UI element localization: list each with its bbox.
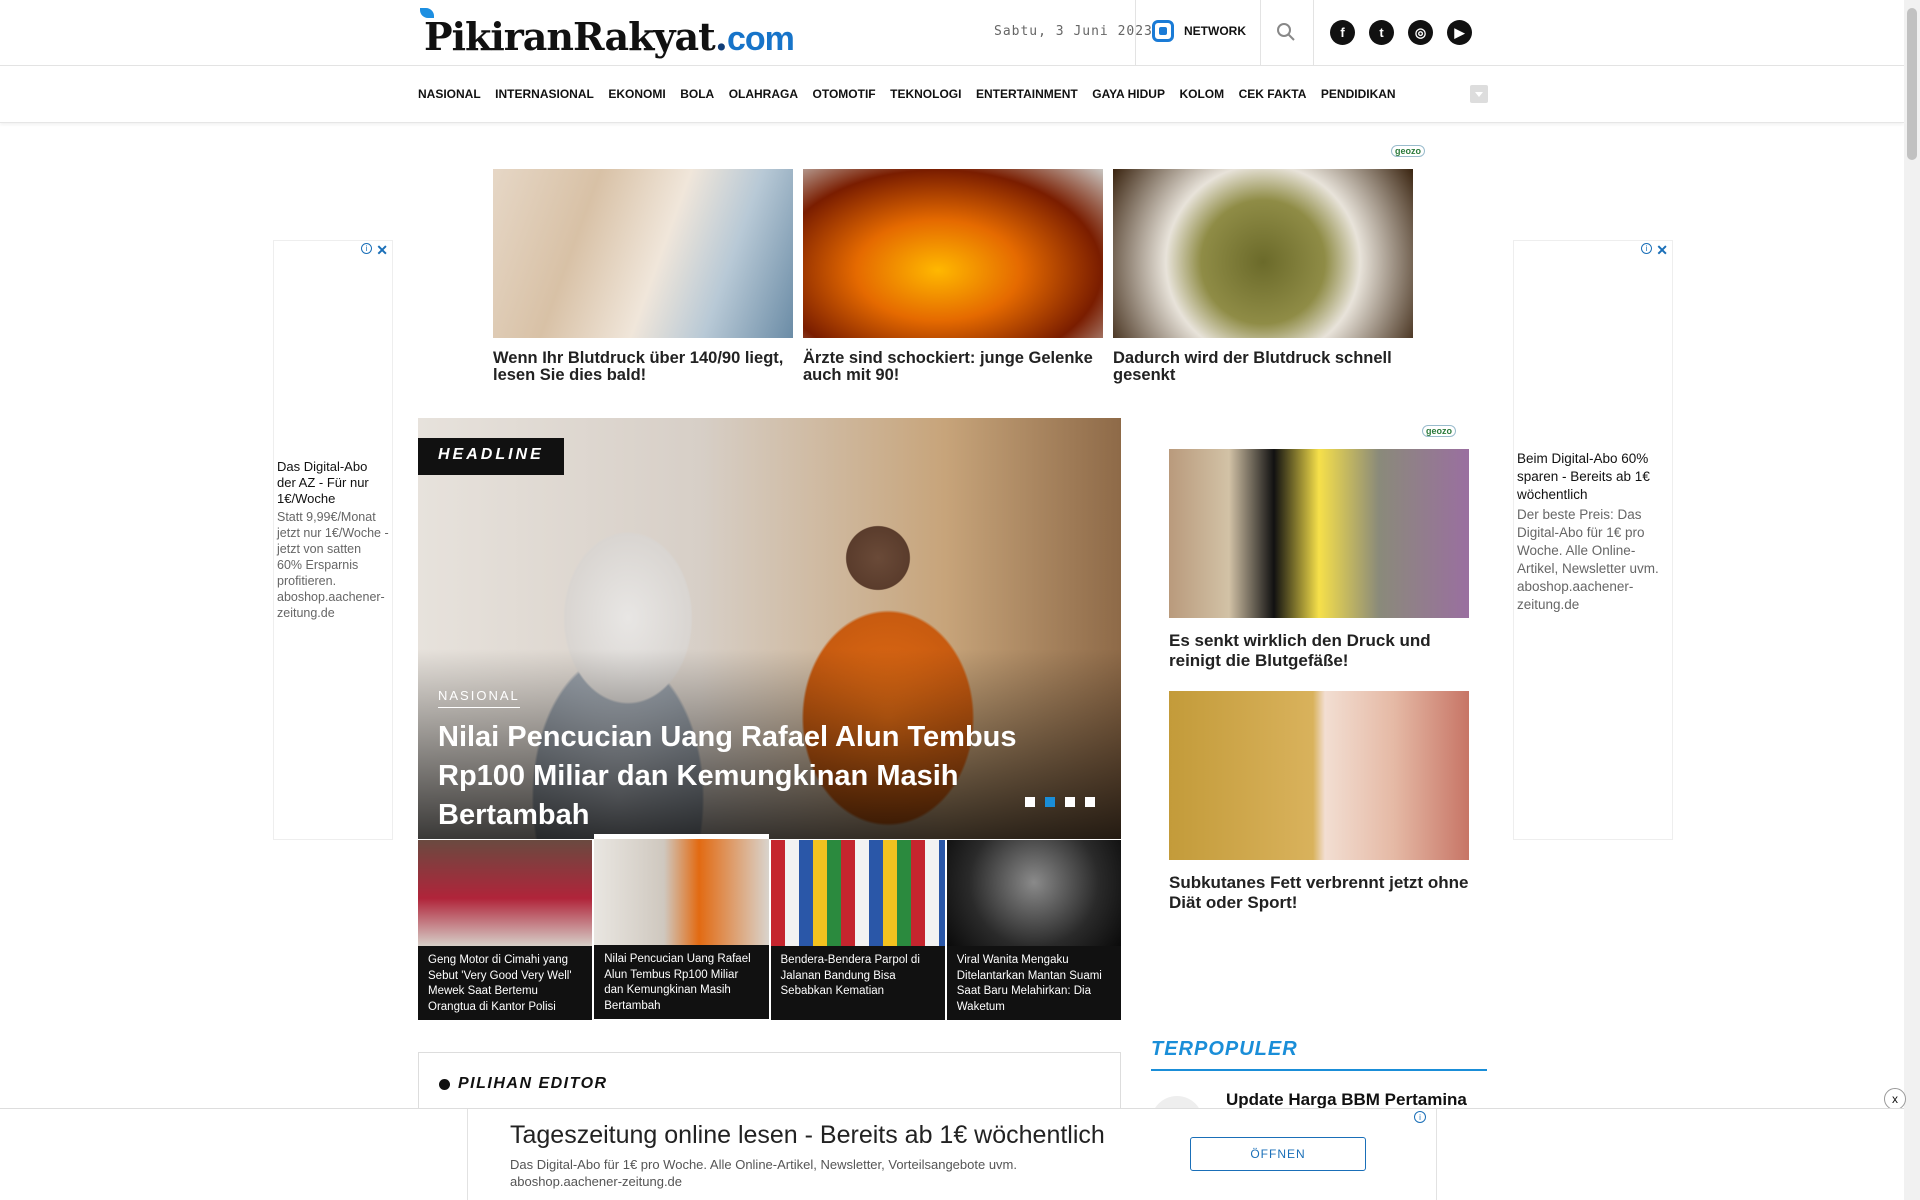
ad-caption: Wenn Ihr Blutdruck über 140/90 liegt, le… [493,349,784,384]
nav-item-bola[interactable]: BOLA [680,87,714,101]
nav-item-teknologi[interactable]: TEKNOLOGI [890,87,961,101]
ad-card[interactable]: Subkutanes Fett verbrennt jetzt ohne Diä… [1169,691,1469,913]
ad-card[interactable]: Dadurch wird der Blutdruck schnell gesen… [1113,169,1413,384]
slider-dot[interactable] [1045,797,1055,807]
thumb-card[interactable]: Nilai Pencucian Uang Rafael Alun Tembus … [594,834,769,1020]
sticky-bottom-ad[interactable]: i Tageszeitung online lesen - Bereits ab… [0,1108,1904,1200]
nav-item-kolom[interactable]: KOLOM [1179,87,1224,101]
ad-close-icon[interactable]: ✕ [376,242,388,259]
ad-card[interactable]: Wenn Ihr Blutdruck über 140/90 liegt, le… [493,169,793,384]
thumb-image [946,840,1121,946]
divider [1135,0,1136,66]
nav-item-internasional[interactable]: INTERNASIONAL [495,87,594,101]
thumb-title: Bendera-Bendera Parpol di Jalanan Bandun… [770,946,945,1020]
thumb-card[interactable]: Viral Wanita Mengaku Ditelantarkan Manta… [946,840,1121,1020]
ad-card[interactable]: Ärzte sind schockiert: junge Gelenke auc… [803,169,1103,384]
headline-title[interactable]: Nilai Pencucian Uang Rafael Alun Tembus … [438,718,1108,835]
instagram-icon[interactable]: ◎ [1408,20,1433,45]
top-header: PikiranRakyat.com Sabtu, 3 Juni 2023 NET… [0,0,1904,66]
ad-image [803,169,1103,338]
side-ad-desc: Der beste Preis: Das Digital-Abo für 1€ … [1517,507,1659,612]
ad-caption: Ärzte sind schockiert: junge Gelenke auc… [803,349,1093,384]
nav-item-pendidikan[interactable]: PENDIDIKAN [1321,87,1396,101]
side-ad-right[interactable]: i ✕ Beim Digital-Abo 60% sparen - Bereit… [1513,240,1673,840]
page: PikiranRakyat.com Sabtu, 3 Juni 2023 NET… [0,0,1920,1200]
sticky-ad-box: i Tageszeitung online lesen - Bereits ab… [467,1109,1437,1200]
slider-dot[interactable] [1065,797,1075,807]
ad-info-icon[interactable]: i [1414,1111,1426,1123]
divider [1260,0,1261,66]
search-icon[interactable] [1276,22,1296,42]
scrollbar-thumb[interactable] [1907,8,1917,160]
slider-dot[interactable] [1025,797,1035,807]
nav-item-ekonomi[interactable]: EKONOMI [608,87,665,101]
headline-slider[interactable]: HEADLINE NASIONAL Nilai Pencucian Uang R… [418,418,1121,839]
ad-card[interactable]: Es senkt wirklich den Druck und reinigt … [1169,449,1469,671]
ad-image [493,169,793,338]
thumb-image [594,839,769,945]
side-ad-left[interactable]: i ✕ Das Digital-Abo der AZ - Für nur 1€/… [273,240,393,840]
banner-title: Tageszeitung online lesen - Bereits ab 1… [510,1121,1105,1149]
ad-provider-logo[interactable]: geozo [1422,425,1456,437]
ad-caption: Subkutanes Fett verbrennt jetzt ohne Diä… [1169,873,1469,912]
headline-category[interactable]: NASIONAL [438,688,520,708]
network-icon [1152,20,1174,42]
divider [1313,0,1314,66]
nav-item-otomotif[interactable]: OTOMOTIF [813,87,876,101]
nav-item-olahraga[interactable]: OLAHRAGA [729,87,798,101]
popular-item-title[interactable]: Update Harga BBM Pertamina [1226,1090,1467,1110]
nav-more-dropdown-icon[interactable] [1470,85,1488,103]
logo-text: PikiranRakyat.com [424,14,795,59]
site-logo[interactable]: PikiranRakyat.com [418,6,795,60]
thumb-title: Geng Motor di Cimahi yang Sebut 'Very Go… [418,946,593,1020]
ad-provider-logo[interactable]: geozo [1391,145,1425,157]
side-ad-desc: Statt 9,99€/Monat jetzt nur 1€/Woche - j… [277,510,389,620]
section-heading: PILIHAN EDITOR [439,1075,608,1093]
headline-thumbnails: Geng Motor di Cimahi yang Sebut 'Very Go… [418,834,1121,1020]
twitter-icon[interactable]: t [1369,20,1394,45]
bullet-icon [439,1078,450,1090]
nav-item-entertainment[interactable]: ENTERTAINMENT [976,87,1078,101]
ad-image [1169,691,1469,860]
ad-image [1169,449,1469,618]
ad-caption: Es senkt wirklich den Druck und reinigt … [1169,631,1431,670]
nav-item-cek-fakta[interactable]: CEK FAKTA [1239,87,1307,101]
thumb-image [418,840,593,946]
network-label: NETWORK [1184,24,1246,38]
terpopuler-section: TERPOPULER Update Harga BBM Pertamina [1151,1038,1487,1148]
ad-info-icon[interactable]: i [361,243,372,254]
section-title: PILIHAN EDITOR [458,1075,608,1092]
ad-close-icon[interactable]: ✕ [1656,242,1668,259]
youtube-icon[interactable]: ▶ [1447,20,1472,45]
network-button[interactable]: NETWORK [1152,20,1246,42]
thumb-card[interactable]: Bendera-Bendera Parpol di Jalanan Bandun… [770,840,945,1020]
ad-caption: Dadurch wird der Blutdruck schnell gesen… [1113,349,1392,384]
thumb-title: Nilai Pencucian Uang Rafael Alun Tembus … [594,945,769,1019]
nav-items: NASIONAL INTERNASIONAL EKONOMI BOLA OLAHRAGA… [418,87,1396,101]
scrollbar-track[interactable] [1904,0,1920,1200]
headline-tag: HEADLINE [418,438,564,475]
current-date: Sabtu, 3 Juni 2023 [994,24,1153,39]
slider-dot[interactable] [1085,797,1095,807]
ad-image [1113,169,1413,338]
ad-info-icon[interactable]: i [1641,243,1652,254]
open-button[interactable]: ÖFFNEN [1190,1137,1366,1171]
section-title: TERPOPULER [1151,1038,1487,1071]
nav-item-gaya-hidup[interactable]: GAYA HIDUP [1092,87,1165,101]
facebook-icon[interactable]: f [1330,20,1355,45]
thumb-title: Viral Wanita Mengaku Ditelantarkan Manta… [946,946,1121,1020]
thumb-card[interactable]: Geng Motor di Cimahi yang Sebut 'Very Go… [418,840,593,1020]
banner-desc: Das Digital-Abo für 1€ pro Woche. Alle O… [510,1157,1017,1189]
thumb-image [770,840,945,946]
main-nav: NASIONAL INTERNASIONAL EKONOMI BOLA OLAHRAGA… [0,67,1904,123]
slider-dots [1025,797,1095,807]
side-ad-title: Beim Digital-Abo 60% sparen - Bereits ab… [1517,451,1650,502]
nav-item-nasional[interactable]: NASIONAL [418,87,481,101]
side-ad-title: Das Digital-Abo der AZ - Für nur 1€/Woch… [277,459,369,506]
close-banner-button[interactable]: x [1884,1088,1906,1110]
